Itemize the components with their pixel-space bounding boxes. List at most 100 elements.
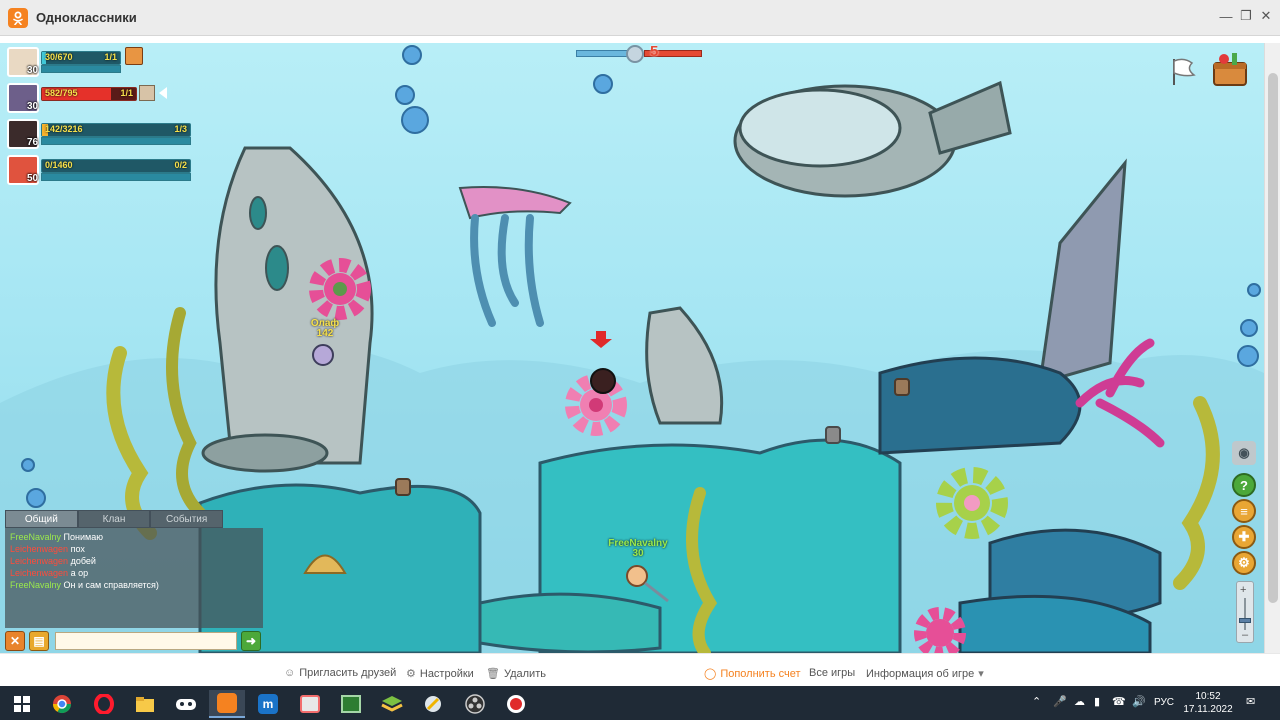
chat-text: добей [70, 556, 96, 566]
timer-bar-team-blue [576, 50, 632, 57]
brush-icon[interactable] [415, 690, 451, 718]
chat-author[interactable]: Leichenwagen [10, 568, 68, 578]
obs-icon[interactable] [457, 690, 493, 718]
chat-messages: FreeNavalny Понимаю Leichenwagen пох Lei… [5, 528, 263, 628]
zoom-in-icon[interactable]: + [1240, 584, 1246, 596]
gear-icon[interactable]: ⚙ [1232, 551, 1256, 575]
game-info-link[interactable]: Информация об игре ▾ [866, 667, 984, 681]
player-level: 30 [27, 65, 39, 76]
health-text: 30/670 [45, 52, 73, 62]
settings-label: Настройки [419, 667, 474, 680]
close-icon[interactable]: ✕ [1258, 8, 1274, 24]
worm-label: FreeNavalny 30 [596, 539, 680, 559]
help-icon[interactable]: ? [1232, 473, 1256, 497]
worm-count: 1/1 [120, 88, 133, 98]
language-indicator[interactable]: РУС [1154, 697, 1174, 708]
list-icon[interactable]: ≡ [1232, 499, 1256, 523]
health-bar: 142/3216 1/3 [41, 123, 191, 137]
game-info-label: Информация об игре [866, 667, 975, 680]
chat-author[interactable]: Leichenwagen [10, 556, 68, 566]
flag-icon[interactable] [1166, 55, 1198, 87]
battery-icon[interactable]: ▮ [1094, 695, 1100, 708]
cloud-icon[interactable]: ☁ [1074, 695, 1085, 708]
arrow-left-icon [159, 87, 167, 99]
weapons-box-icon[interactable] [1210, 49, 1250, 89]
chat-message: Leichenwagen пох [10, 543, 258, 555]
top-up-link[interactable]: ◯ Пополнить счет [704, 667, 801, 681]
clock-date: 17.11.2022 [1183, 704, 1233, 715]
file-explorer-icon[interactable] [127, 690, 163, 718]
minimize-icon[interactable]: — [1218, 8, 1234, 24]
health-bar: 0/1460 0/2 [41, 159, 191, 173]
window-title: Одноклассники [36, 10, 137, 25]
health-text: 142/3216 [45, 124, 83, 134]
turn-timer: 5 [576, 43, 702, 63]
gamepad-icon[interactable] [168, 690, 204, 718]
restore-icon[interactable]: ❐ [1238, 8, 1254, 24]
delete-link[interactable]: 🗑 Удалить [486, 667, 546, 681]
chat-text: пох [70, 544, 85, 554]
tab-general[interactable]: Общий [5, 510, 78, 528]
invite-label: Пригласить друзей [299, 667, 397, 679]
odnoklassniki-app-icon[interactable] [209, 690, 245, 718]
tab-events[interactable]: События [150, 510, 224, 528]
timer-value: 5 [650, 43, 659, 60]
zoom-out-icon[interactable]: – [1242, 629, 1248, 641]
chat-text: а ор [70, 568, 89, 578]
invite-friends-link[interactable]: ☺ Пригласить друзей [284, 667, 396, 679]
windows-start-icon[interactable] [4, 690, 40, 718]
chat-message: Leichenwagen а ор [10, 567, 258, 579]
crosshair-icon[interactable]: ✚ [1232, 525, 1256, 549]
notifications-icon[interactable]: ✉ [1246, 695, 1255, 708]
chat-input[interactable] [55, 632, 237, 650]
health-bar: 30/670 1/1 [41, 51, 121, 65]
record-icon[interactable] [498, 690, 534, 718]
microphone-icon[interactable]: 🎤 [1053, 695, 1067, 708]
camera-icon[interactable]: ◉ [1232, 441, 1256, 465]
worm-hp: 30 [632, 548, 644, 559]
chat-mode-icon[interactable]: ▤ [29, 631, 49, 651]
team-bar [41, 65, 121, 73]
player-level: 76 [27, 137, 39, 148]
chat-author[interactable]: FreeNavalny [10, 532, 61, 542]
odnoklassniki-icon [8, 7, 28, 28]
chrome-icon[interactable] [44, 690, 80, 718]
chat-author[interactable]: Leichenwagen [10, 544, 68, 554]
chat-author[interactable]: FreeNavalny [10, 580, 61, 590]
chat-text: Понимаю [63, 532, 103, 542]
tab-clan[interactable]: Клан [77, 510, 151, 528]
gift-box-icon[interactable] [125, 47, 143, 65]
chat-text: Он и сам справляется) [63, 580, 159, 590]
chat-message: FreeNavalny Он и сам справляется) [10, 579, 258, 591]
opera-icon[interactable] [86, 690, 122, 718]
maxthon-icon[interactable]: m [250, 690, 286, 718]
zoom-handle[interactable] [1239, 618, 1251, 623]
send-arrow-icon[interactable]: ➜ [241, 631, 261, 651]
video-editor-icon[interactable] [333, 690, 369, 718]
close-chat-icon[interactable]: ✕ [5, 631, 25, 651]
game-canvas[interactable]: 5 30 30/670 1/1 30 582/795 1/1 76 142/32… [0, 43, 1264, 653]
chat-message: FreeNavalny Понимаю [10, 531, 258, 543]
system-clock[interactable]: 10:52 17.11.2022 [1178, 690, 1238, 716]
team-bar [41, 137, 191, 145]
page-scrollbar[interactable] [1264, 43, 1280, 653]
zoom-slider[interactable]: + – [1236, 581, 1254, 643]
chevron-up-icon[interactable]: ⌃ [1032, 695, 1041, 708]
worm-count: 0/2 [174, 160, 187, 170]
gear-icon: ⚙ [406, 668, 416, 680]
worm-hp: 142 [316, 328, 334, 339]
settings-link[interactable]: ⚙ Настройки [406, 667, 474, 681]
volume-icon[interactable]: 🔊 [1132, 695, 1146, 708]
scrollbar-thumb[interactable] [1268, 73, 1278, 603]
paint-icon[interactable] [292, 690, 328, 718]
team-bar [41, 173, 191, 181]
chat-message: Leichenwagen добей [10, 555, 258, 567]
health-bar: 582/795 1/1 [41, 87, 137, 101]
viber-icon[interactable]: ☎ [1112, 695, 1126, 708]
player-level: 50 [27, 173, 39, 184]
box-icon[interactable] [139, 85, 155, 101]
bluestacks-icon[interactable] [374, 690, 410, 718]
top-up-label: Пополнить счет [720, 667, 801, 680]
people-icon: ☺ [284, 667, 296, 679]
all-games-link[interactable]: Все игры [809, 667, 855, 679]
